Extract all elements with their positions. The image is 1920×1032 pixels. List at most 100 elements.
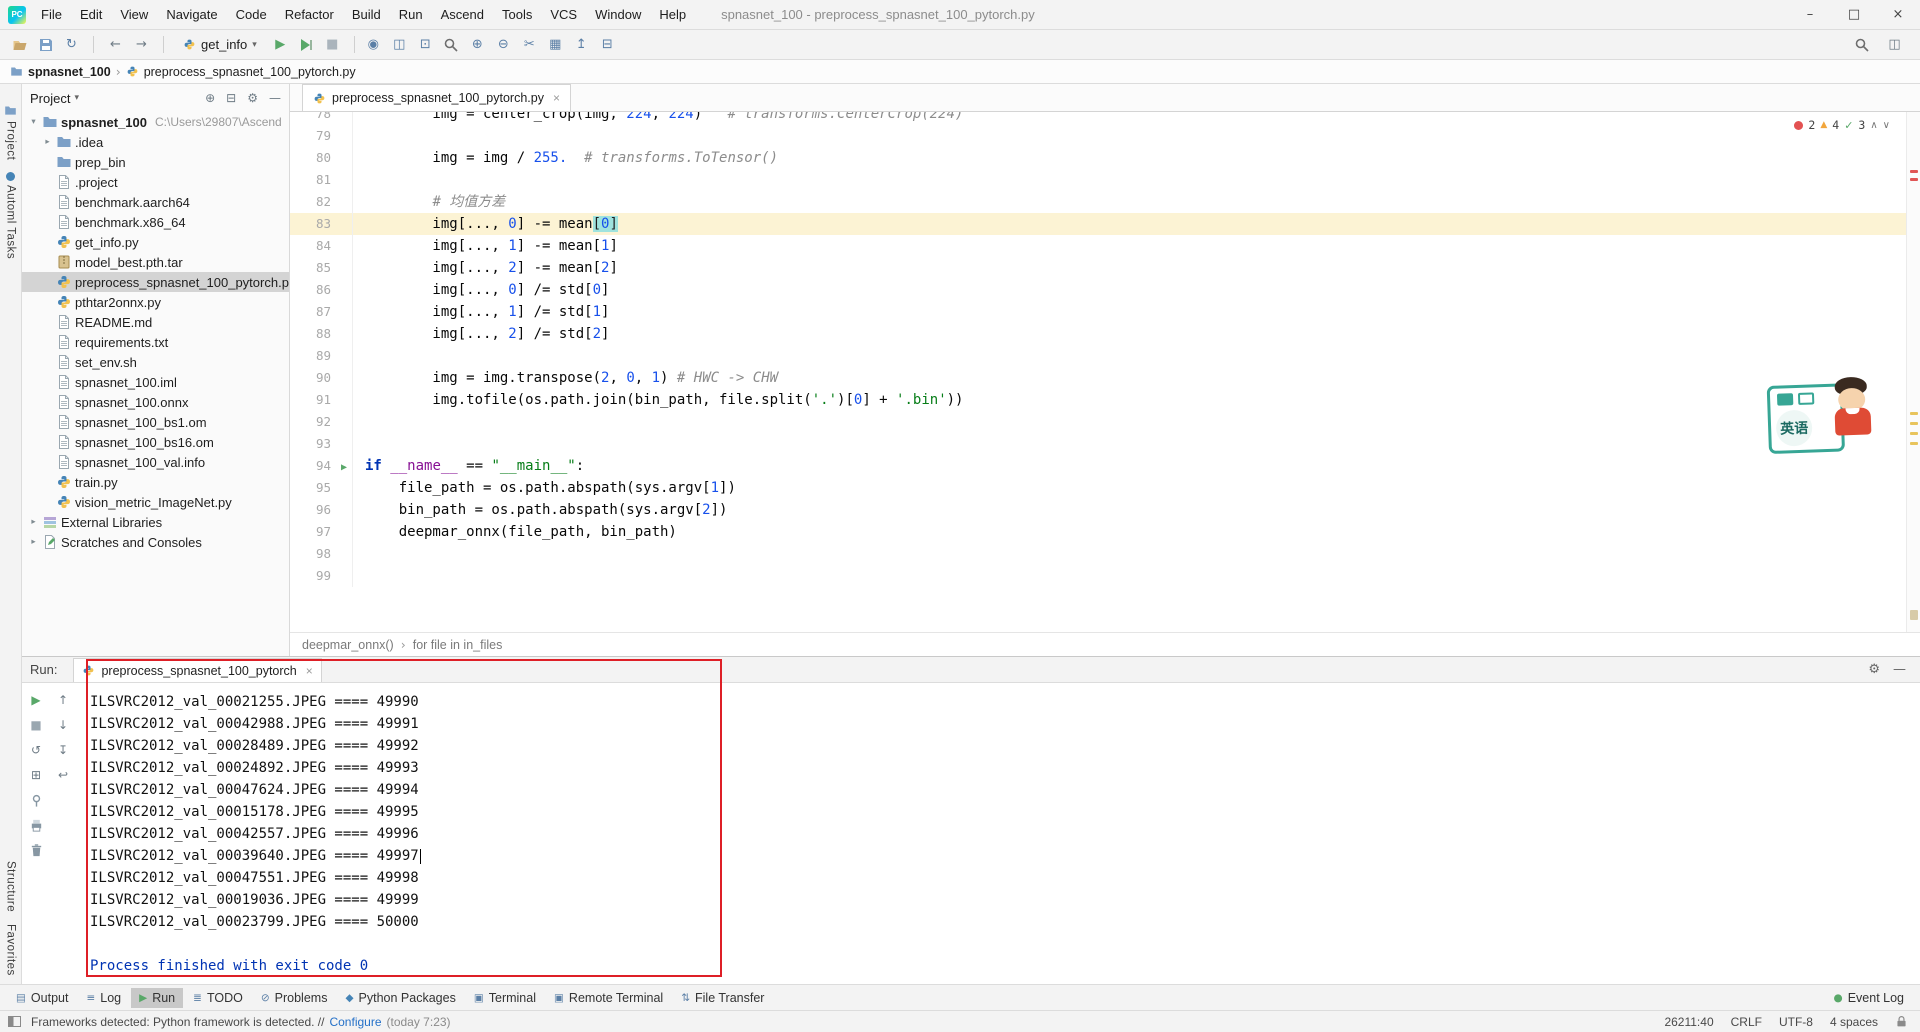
code-line-86[interactable]: 86 img[..., 0] /= std[0] (290, 279, 1920, 301)
warning-mark[interactable] (1910, 432, 1918, 435)
stop-button[interactable]: ■ (321, 33, 344, 56)
menu-item-ascend[interactable]: Ascend (432, 0, 493, 29)
breadcrumb-file[interactable]: preprocess_spnasnet_100_pytorch.py (144, 65, 356, 79)
tree-item-spnasnet-100[interactable]: ▾spnasnet_100C:\Users\29807\Ascend (22, 112, 289, 132)
manage-button[interactable]: ⊞ (27, 766, 45, 784)
next-issue-icon[interactable]: ∨ (1883, 120, 1890, 131)
code-line-93[interactable]: 93 (290, 433, 1920, 455)
configure-link[interactable]: Configure (329, 1015, 381, 1029)
inspections-widget[interactable]: 2 ▲ 4 ✓ 3 ∧ ∨ (1790, 117, 1894, 133)
tree-item-scratches-and-consoles[interactable]: ▸Scratches and Consoles (22, 532, 289, 552)
hide-panel-icon[interactable]: — (1893, 662, 1906, 677)
save-all-button[interactable] (34, 33, 57, 56)
warning-mark[interactable] (1910, 422, 1918, 425)
hide-panel-button[interactable]: — (269, 91, 281, 105)
tree-item-external-libraries[interactable]: ▸External Libraries (22, 512, 289, 532)
profiler-button[interactable]: ◉ (362, 33, 385, 56)
code-line-82[interactable]: 82 # 均值方差 (290, 191, 1920, 213)
menu-item-navigate[interactable]: Navigate (157, 0, 226, 29)
tree-item-benchmark-x86-64[interactable]: benchmark.x86_64 (22, 212, 289, 232)
tree-item-prep-bin[interactable]: prep_bin (22, 152, 289, 172)
zoom-in-button[interactable]: ⊕ (466, 33, 489, 56)
line-ending[interactable]: CRLF (1731, 1015, 1762, 1029)
pin-button[interactable] (27, 791, 45, 809)
scroll-to-end-button[interactable]: ↧ (54, 741, 72, 759)
tree-item-readme-md[interactable]: README.md (22, 312, 289, 332)
sync-button[interactable]: ↻ (60, 33, 83, 56)
warning-mark[interactable] (1910, 412, 1918, 415)
next-occurrence-button[interactable]: ↓ (54, 716, 72, 734)
prev-occurrence-button[interactable]: ↑ (54, 691, 72, 709)
toolwindow-run[interactable]: ▶Run (131, 988, 183, 1008)
lock-icon[interactable] (1895, 1015, 1908, 1028)
run-coverage-button[interactable] (295, 33, 318, 56)
breadcrumb-loop[interactable]: for file in in_files (413, 638, 503, 652)
tree-item-benchmark-aarch64[interactable]: benchmark.aarch64 (22, 192, 289, 212)
code-line-91[interactable]: 91 img.tofile(os.path.join(bin_path, fil… (290, 389, 1920, 411)
toolwindow-switcher-icon[interactable] (8, 1016, 21, 1027)
toolwindow-file-transfer[interactable]: ⇅File Transfer (673, 988, 772, 1008)
tree-item-vision-metric-imagenet-py[interactable]: vision_metric_ImageNet.py (22, 492, 289, 512)
tree-item-requirements-txt[interactable]: requirements.txt (22, 332, 289, 352)
stripe-tab-structure[interactable]: Structure (5, 861, 17, 912)
code-line-98[interactable]: 98 (290, 543, 1920, 565)
warning-mark[interactable] (1910, 442, 1918, 445)
scrollbar-thumb[interactable] (1910, 610, 1918, 620)
close-button[interactable]: × (1876, 0, 1920, 29)
code-line-92[interactable]: 92 (290, 411, 1920, 433)
editor-tab[interactable]: preprocess_spnasnet_100_pytorch.py × (302, 84, 571, 111)
code-line-85[interactable]: 85 img[..., 2] -= mean[2] (290, 257, 1920, 279)
tree-item-pthtar2onnx-py[interactable]: pthtar2onnx.py (22, 292, 289, 312)
prev-issue-icon[interactable]: ∧ (1870, 120, 1877, 131)
code-line-79[interactable]: 79 (290, 125, 1920, 147)
toolwindow-remote-terminal[interactable]: ▣Remote Terminal (546, 988, 671, 1008)
toolwindow-output[interactable]: ▤Output (8, 988, 76, 1008)
code-line-97[interactable]: 97 deepmar_onnx(file_path, bin_path) (290, 521, 1920, 543)
code-line-87[interactable]: 87 img[..., 1] /= std[1] (290, 301, 1920, 323)
breadcrumb-function[interactable]: deepmar_onnx() (302, 638, 394, 652)
code-line-99[interactable]: 99 (290, 565, 1920, 587)
run-line-icon[interactable]: ▶ (341, 462, 347, 473)
tree-item-spnasnet-100-bs1-om[interactable]: spnasnet_100_bs1.om (22, 412, 289, 432)
run-button[interactable]: ▶ (269, 33, 292, 56)
error-mark[interactable] (1910, 178, 1918, 181)
layout-button[interactable]: ◫ (1883, 33, 1906, 56)
code-line-80[interactable]: 80 img = img / 255. # transforms.ToTenso… (290, 147, 1920, 169)
cut-button[interactable]: ✂ (518, 33, 541, 56)
build-button[interactable]: ▦ (544, 33, 567, 56)
code-line-83[interactable]: 83 img[..., 0] -= mean[0] (290, 213, 1920, 235)
tree-item-spnasnet-100-iml[interactable]: spnasnet_100.iml (22, 372, 289, 392)
tree-item-get-info-py[interactable]: get_info.py (22, 232, 289, 252)
print-button[interactable] (27, 816, 45, 834)
zoom-out-button[interactable]: ⊖ (492, 33, 515, 56)
toolwindow-todo[interactable]: ≣TODO (185, 988, 251, 1008)
soft-wrap-button[interactable]: ↩ (54, 766, 72, 784)
rerun-button[interactable]: ▶ (27, 691, 45, 709)
restore-layout-button[interactable]: ↺ (27, 741, 45, 759)
tree-item-preprocess-spnasnet-100-pytorch-p[interactable]: preprocess_spnasnet_100_pytorch.p (22, 272, 289, 292)
stop-button[interactable]: ■ (27, 716, 45, 734)
find-button[interactable] (440, 33, 463, 56)
caret-position[interactable]: 26211:40 (1664, 1015, 1713, 1029)
maximize-button[interactable]: □ (1832, 0, 1876, 29)
menu-item-tools[interactable]: Tools (493, 0, 541, 29)
indent-style[interactable]: 4 spaces (1830, 1015, 1878, 1029)
minimize-button[interactable]: – (1788, 0, 1832, 29)
menu-item-refactor[interactable]: Refactor (276, 0, 343, 29)
breadcrumb-project[interactable]: spnasnet_100 (28, 65, 111, 79)
tree-item-train-py[interactable]: train.py (22, 472, 289, 492)
capture-button[interactable]: ◫ (388, 33, 411, 56)
menu-item-file[interactable]: File (32, 0, 71, 29)
code-area[interactable]: 78 img = center_crop(img, 224, 224) # tr… (290, 112, 1920, 632)
code-line-88[interactable]: 88 img[..., 2] /= std[2] (290, 323, 1920, 345)
collapse-all-button[interactable]: ⊟ (226, 91, 236, 105)
menu-item-run[interactable]: Run (390, 0, 432, 29)
code-line-90[interactable]: 90 img = img.transpose(2, 0, 1) # HWC ->… (290, 367, 1920, 389)
deploy-button[interactable]: ↥ (570, 33, 593, 56)
run-tab[interactable]: preprocess_spnasnet_100_pytorch × (73, 658, 321, 682)
open-button[interactable] (8, 33, 31, 56)
settings-gear-button[interactable]: ⚙ (247, 91, 258, 105)
tree-item-model-best-pth-tar[interactable]: model_best.pth.tar (22, 252, 289, 272)
toolwindow-python-packages[interactable]: ◆Python Packages (337, 988, 463, 1008)
menu-item-code[interactable]: Code (227, 0, 276, 29)
